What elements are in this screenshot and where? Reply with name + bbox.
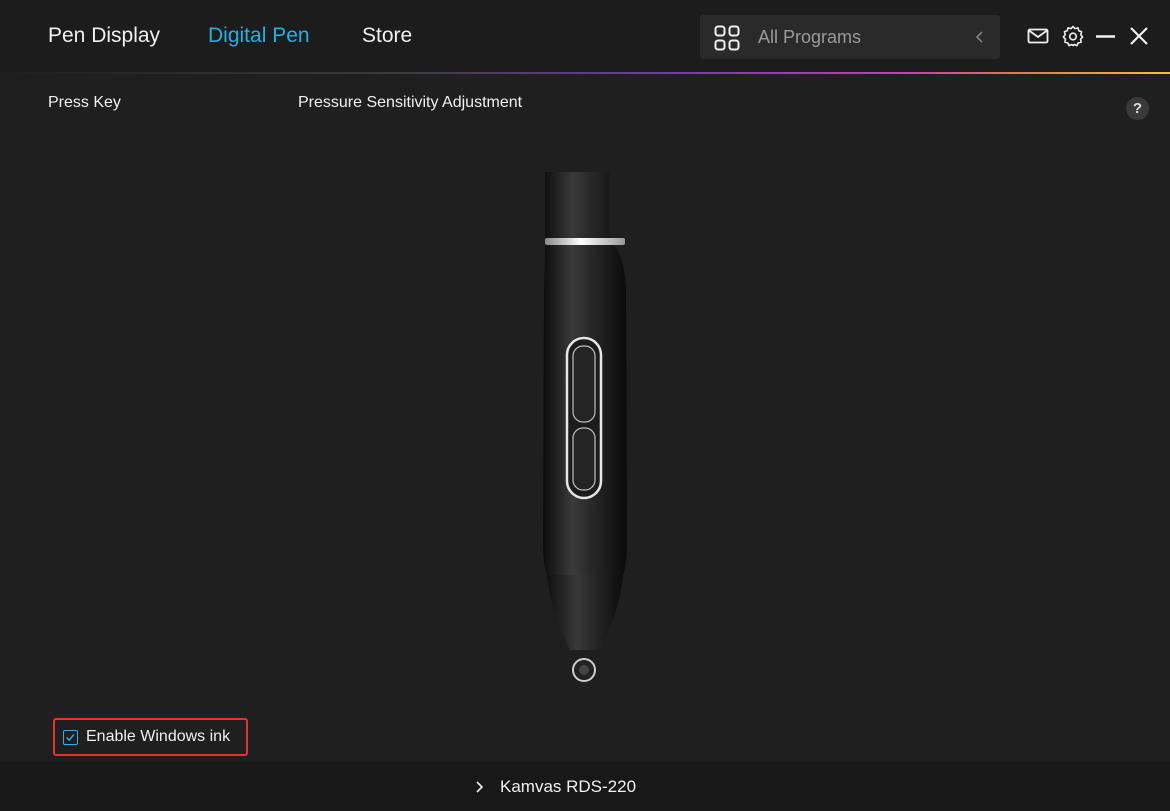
- chevron-right-icon: [476, 781, 484, 793]
- gear-icon[interactable]: [1061, 24, 1085, 48]
- top-bar: Pen Display Digital Pen Store All Progra…: [0, 0, 1170, 72]
- help-icon[interactable]: ?: [1126, 97, 1149, 120]
- windows-ink-checkbox[interactable]: [63, 730, 78, 745]
- minimize-icon[interactable]: [1094, 24, 1118, 48]
- program-selector-label: All Programs: [758, 27, 862, 47]
- header-divider: [0, 72, 1170, 74]
- tab-pen-display[interactable]: Pen Display: [48, 24, 160, 48]
- device-selector[interactable]: Kamvas RDS-220: [0, 762, 1170, 811]
- chevron-left-icon[interactable]: [972, 29, 988, 45]
- app-window: Pen Display Digital Pen Store All Progra…: [0, 0, 1170, 811]
- tab-digital-pen[interactable]: Digital Pen: [208, 24, 310, 48]
- windows-ink-option[interactable]: Enable Windows ink: [53, 718, 248, 756]
- device-name: Kamvas RDS-220: [500, 777, 637, 796]
- program-selector[interactable]: All Programs: [700, 15, 1000, 59]
- grid-icon: [714, 25, 740, 51]
- digital-pen-illustration: [543, 172, 627, 682]
- mail-icon[interactable]: [1026, 24, 1050, 48]
- tab-store[interactable]: Store: [362, 24, 412, 48]
- windows-ink-label[interactable]: Enable Windows ink: [86, 728, 230, 746]
- close-icon[interactable]: [1127, 24, 1151, 48]
- subtab-press-key[interactable]: Press Key: [48, 94, 121, 112]
- subtab-pressure-sensitivity[interactable]: Pressure Sensitivity Adjustment: [298, 94, 522, 112]
